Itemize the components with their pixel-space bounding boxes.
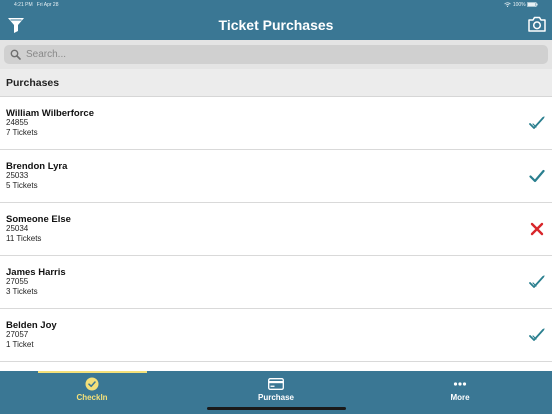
tab-label: CheckIn <box>76 393 108 402</box>
ticket-count: 5 Tickets <box>6 181 38 190</box>
purchase-number: 27055 <box>6 277 29 286</box>
page-title: Ticket Purchases <box>218 17 334 33</box>
tab-label: Purchase <box>257 393 295 402</box>
status-bar-right: 100% <box>504 2 538 8</box>
purchase-number: 25034 <box>6 224 29 233</box>
tab-checkin[interactable]: CheckIn <box>0 371 184 414</box>
purchase-number: 25033 <box>6 171 29 180</box>
purchases-list: William Wilberforce 24855 7 Tickets Bren… <box>0 97 552 371</box>
purchase-row[interactable]: Belden Joy 27057 1 Ticket <box>0 309 552 362</box>
status-date: Fri Apr 28 <box>36 2 59 8</box>
battery-icon <box>527 2 538 8</box>
ticket-count: 11 Tickets <box>6 234 42 243</box>
search-icon <box>10 49 21 60</box>
purchase-row[interactable]: Someone Else 25034 11 Tickets <box>0 203 552 256</box>
tab-label: More <box>450 393 470 402</box>
ticket-count: 3 Tickets <box>6 287 38 296</box>
double-check-icon <box>529 116 545 129</box>
check-circle-icon <box>85 377 99 391</box>
section-header: Purchases <box>0 69 552 97</box>
wifi-icon <box>504 2 512 8</box>
check-icon <box>529 169 545 183</box>
purchase-number: 27057 <box>6 330 29 339</box>
double-check-icon <box>529 328 545 341</box>
home-indicator[interactable] <box>207 407 346 410</box>
more-icon <box>453 382 467 386</box>
app-header: 4:21 PM Fri Apr 28 100% Ticket Purchases <box>0 0 552 40</box>
ticket-count: 7 Tickets <box>6 128 38 137</box>
purchase-row[interactable]: Brendon Lyra 25033 5 Tickets <box>0 150 552 203</box>
purchase-row-partial[interactable] <box>0 362 552 371</box>
status-time: 4:21 PM <box>14 2 33 8</box>
search-input[interactable] <box>26 45 536 64</box>
x-icon <box>530 222 544 236</box>
search-bar <box>0 40 552 69</box>
double-check-icon <box>529 275 545 288</box>
search-field[interactable] <box>4 45 548 64</box>
card-icon <box>268 378 284 390</box>
ticket-count: 1 Ticket <box>6 340 34 349</box>
tab-more[interactable]: More <box>368 371 552 414</box>
purchase-number: 24855 <box>6 118 29 127</box>
battery-percent: 100% <box>512 2 526 8</box>
status-bar-time: 4:21 PM Fri Apr 28 <box>14 2 58 8</box>
section-title: Purchases <box>6 77 60 89</box>
purchase-row[interactable]: James Harris 27055 3 Tickets <box>0 256 552 309</box>
camera-icon[interactable] <box>528 16 546 32</box>
purchase-row[interactable]: William Wilberforce 24855 7 Tickets <box>0 97 552 150</box>
